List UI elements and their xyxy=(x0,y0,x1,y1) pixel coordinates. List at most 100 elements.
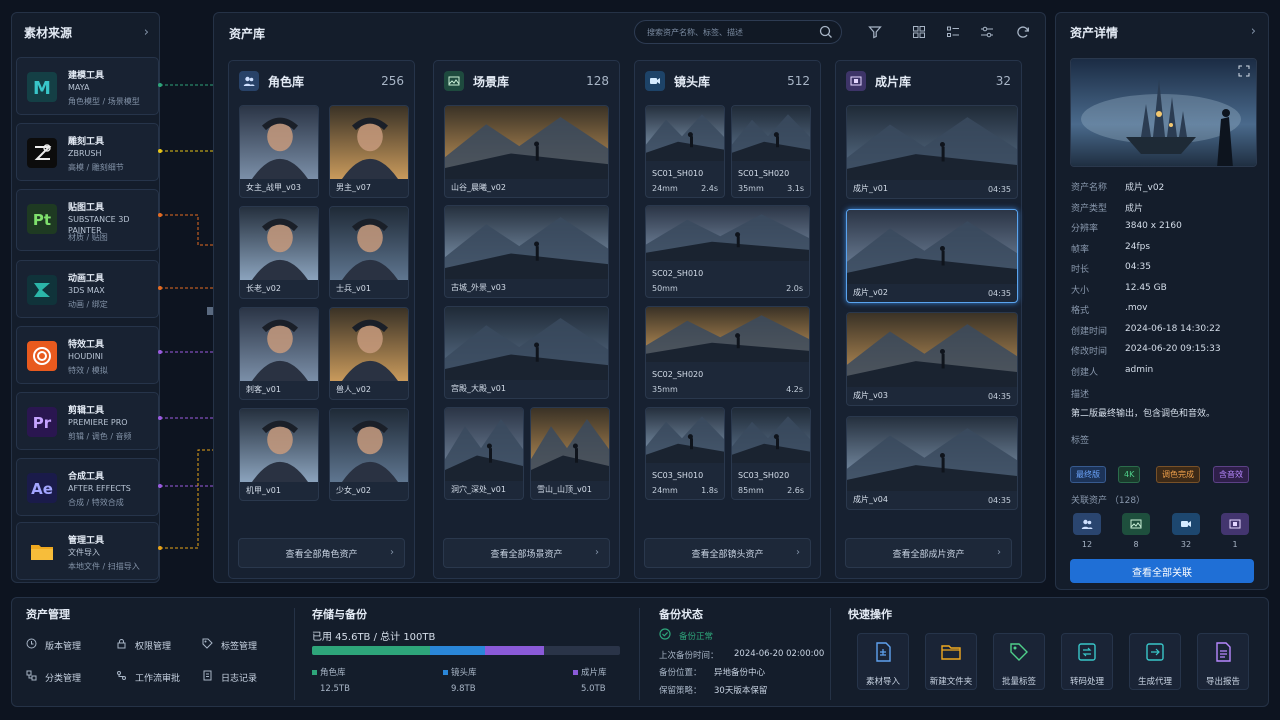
shot-thumbnail xyxy=(646,307,809,362)
asset-card[interactable]: 宫殿_大殿_v01 xyxy=(444,306,609,399)
chevron-right-icon[interactable]: › xyxy=(1251,24,1256,41)
tag-chip[interactable]: 含音效 xyxy=(1213,466,1249,483)
detail-row: 修改时间 2024-06-20 09:15:33 xyxy=(1071,344,1221,357)
new-folder-icon xyxy=(940,641,962,667)
related-asset-camera[interactable]: 32 xyxy=(1172,513,1200,549)
asset-card[interactable]: 机甲_v01 xyxy=(239,408,319,501)
view-all-button[interactable]: 查看全部场景资产 › xyxy=(443,538,610,568)
asset-card[interactable]: 少女_v02 xyxy=(329,408,409,501)
shot-card[interactable]: SC02_SH010 50mm 2.0s xyxy=(645,205,810,298)
shot-name: SC01_SH020 xyxy=(738,169,790,178)
detail-key: 资产名称 xyxy=(1071,183,1108,193)
final-name: 成片_v02 xyxy=(853,287,888,297)
asset-card[interactable]: 古城_外景_v03 xyxy=(444,205,609,298)
tag-chip[interactable]: 调色完成 xyxy=(1156,466,1200,483)
quick-action-button[interactable]: 导出报告 xyxy=(1197,633,1249,690)
shot-thumbnail xyxy=(646,408,724,463)
detail-value: 24fps xyxy=(1125,241,1151,252)
asset-card[interactable]: 刺客_v01 xyxy=(239,307,319,400)
final-card[interactable]: 成片_v01 04:35 xyxy=(846,105,1018,199)
mgmt-link[interactable]: 标签管理 xyxy=(202,638,257,652)
mgmt-link[interactable]: 日志记录 xyxy=(202,670,257,684)
asset-card[interactable]: 雪山_山顶_v01 xyxy=(530,407,610,500)
connector-dot xyxy=(158,213,162,217)
connector-dot xyxy=(158,83,162,87)
view-all-button[interactable]: 查看全部角色资产 › xyxy=(238,538,405,568)
quick-action-button[interactable]: 素材导入 xyxy=(857,633,909,690)
camera-icon xyxy=(1172,513,1200,535)
quick-action-button[interactable]: 新建文件夹 xyxy=(925,633,977,690)
shot-card[interactable]: SC01_SH020 35mm 3.1s xyxy=(731,105,811,198)
asset-thumbnail xyxy=(531,408,609,481)
asset-card[interactable]: 士兵_v01 xyxy=(329,206,409,299)
quick-action-button[interactable]: 转码处理 xyxy=(1061,633,1113,690)
grid-view-icon[interactable] xyxy=(910,23,928,41)
search-icon[interactable] xyxy=(819,25,833,39)
landscape-icon xyxy=(1122,513,1150,535)
chevron-right-icon: › xyxy=(390,547,394,558)
shot-card[interactable]: SC01_SH010 24mm 2.4s xyxy=(645,105,725,198)
connector-dot xyxy=(158,546,162,550)
final-name: 成片_v03 xyxy=(853,391,888,400)
related-asset-users[interactable]: 12 xyxy=(1073,513,1101,549)
quick-action-label: 新建文件夹 xyxy=(929,677,973,687)
asset-card[interactable]: 长老_v02 xyxy=(239,206,319,299)
batch-tag-icon xyxy=(1008,641,1030,667)
library-panel: 资产库 搜索资产名称、标签、描述 角色库 256 女主_战甲_v03 男主_v07 长老… xyxy=(213,12,1046,583)
list-view-icon[interactable] xyxy=(944,23,962,41)
detail-value: 2024-06-18 14:30:22 xyxy=(1125,323,1221,334)
asset-name: 女主_战甲_v03 xyxy=(246,183,301,192)
shot-card[interactable]: SC03_SH020 85mm 2.6s xyxy=(731,407,811,500)
view-all-related-button[interactable]: 查看全部关联 xyxy=(1070,559,1254,583)
final-card[interactable]: 成片_v03 04:35 xyxy=(846,312,1018,406)
storage-segment xyxy=(485,646,544,655)
detail-key: 格式 xyxy=(1071,306,1090,316)
filter-icon[interactable] xyxy=(866,23,884,41)
related-asset-landscape[interactable]: 8 xyxy=(1122,513,1150,549)
mgmt-link[interactable]: 分类管理 xyxy=(26,670,81,684)
final-thumbnail xyxy=(847,106,1017,180)
detail-key: 时长 xyxy=(1071,265,1090,275)
detail-preview-image[interactable] xyxy=(1070,58,1257,167)
selected-final-card[interactable]: 成片_v02 04:35 xyxy=(846,208,1018,303)
detail-value: 2024-06-20 09:15:33 xyxy=(1125,344,1221,354)
backup-status: 备份正常 xyxy=(679,632,714,642)
refresh-icon[interactable] xyxy=(1014,23,1032,41)
quick-action-button[interactable]: 生成代理 xyxy=(1129,633,1181,690)
asset-card[interactable]: 洞穴_深处_v01 xyxy=(444,407,524,500)
expand-icon[interactable] xyxy=(1238,65,1250,77)
tag-icon xyxy=(202,638,221,652)
mgmt-link[interactable]: 工作流审批 xyxy=(116,670,180,684)
mgmt-link[interactable]: 权限管理 xyxy=(116,638,171,652)
asset-card[interactable]: 兽人_v02 xyxy=(329,307,409,400)
tag-chip[interactable]: 最终版 xyxy=(1070,466,1106,483)
library-column-1: 角色库 256 女主_战甲_v03 男主_v07 长老_v02 士兵_v01 刺客_v01 兽… xyxy=(228,60,415,579)
category-icon xyxy=(26,670,45,684)
asset-card[interactable]: 男主_v07 xyxy=(329,105,409,198)
related-asset-film[interactable]: 1 xyxy=(1221,513,1249,549)
asset-management-title: 资产管理 xyxy=(26,608,70,621)
detail-key: 创建人 xyxy=(1071,367,1099,378)
detail-row: 资产名称 成片_v02 xyxy=(1071,180,1164,193)
view-all-button[interactable]: 查看全部成片资产 › xyxy=(845,538,1012,568)
asset-name: 古城_外景_v03 xyxy=(451,283,506,292)
asset-thumbnail xyxy=(330,106,408,179)
final-card[interactable]: 成片_v04 04:35 xyxy=(846,415,1018,510)
search-input[interactable]: 搜索资产名称、标签、描述 xyxy=(634,20,842,44)
detail-value: 3840 x 2160 xyxy=(1125,221,1182,231)
column-title: 镜头库 xyxy=(674,74,711,89)
shot-duration: 2.0s xyxy=(786,284,803,293)
shot-card[interactable]: SC03_SH010 24mm 1.8s xyxy=(645,407,725,500)
asset-name: 长老_v02 xyxy=(246,284,281,293)
view-all-label: 查看全部场景资产 xyxy=(490,549,563,560)
view-all-button[interactable]: 查看全部镜头资产 › xyxy=(644,538,811,568)
mgmt-link[interactable]: 版本管理 xyxy=(26,638,81,652)
asset-card[interactable]: 女主_战甲_v03 xyxy=(239,105,319,198)
shot-card[interactable]: SC02_SH020 35mm 4.2s xyxy=(645,306,810,399)
import-icon xyxy=(872,641,894,667)
backup-section: 备份状态 备份正常 上次备份时间： 2024-06-20 02:00:00 备份… xyxy=(645,598,825,708)
tag-chip[interactable]: 4K xyxy=(1118,466,1141,483)
adjust-icon[interactable] xyxy=(978,23,996,41)
quick-action-button[interactable]: 批量标签 xyxy=(993,633,1045,690)
asset-card[interactable]: 山谷_晨曦_v02 xyxy=(444,105,609,198)
